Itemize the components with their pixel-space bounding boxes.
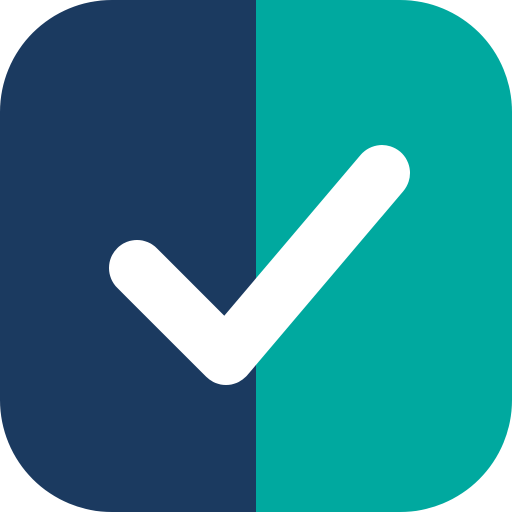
checkbox-checked-icon — [0, 0, 512, 512]
icon-canvas — [0, 0, 512, 512]
